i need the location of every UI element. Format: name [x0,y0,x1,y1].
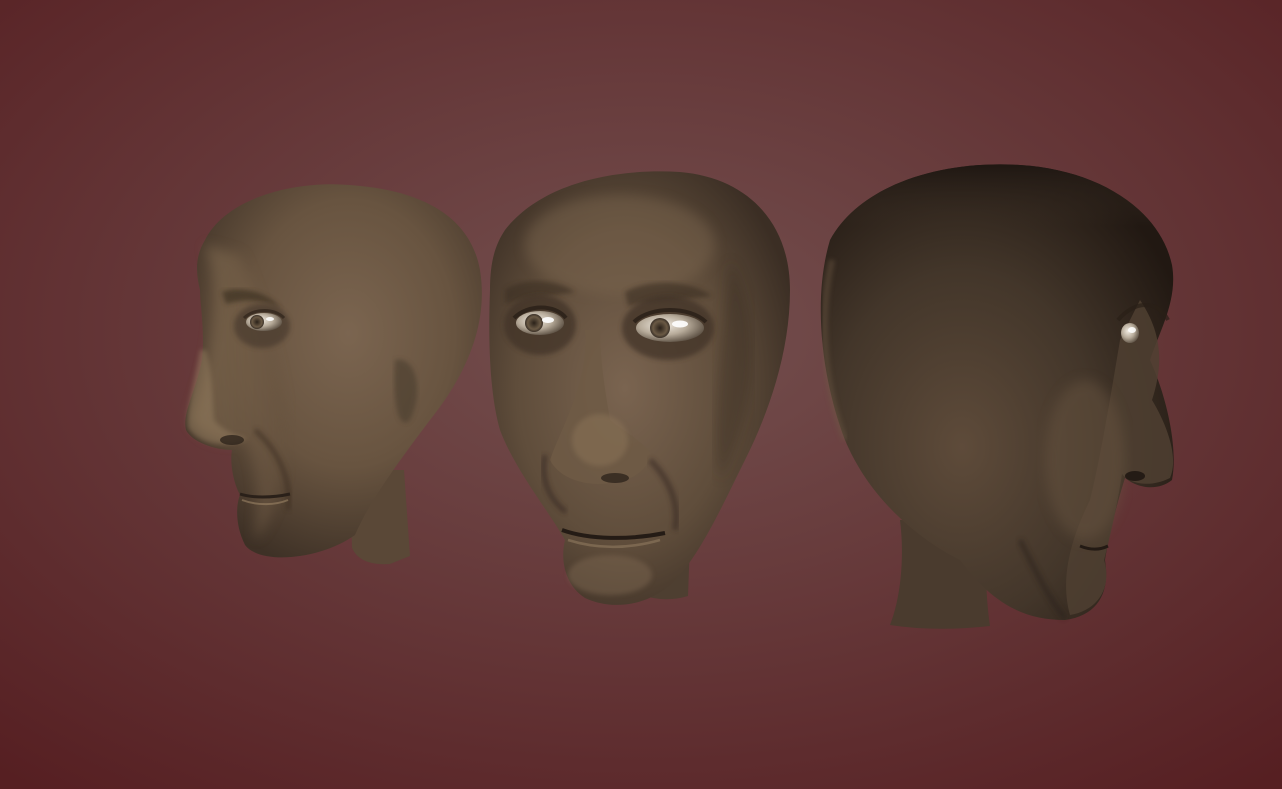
head3-eye-highlight [1128,327,1136,333]
head1-eye-highlight [266,317,274,321]
head2-highlight-left [542,317,554,323]
render-viewport [0,0,1282,789]
head2-chin-light [568,555,652,595]
head2-highlight-right [672,320,688,328]
head2-nostril [601,473,629,483]
head2-forehead-light [525,195,715,295]
head3-nostril [1125,471,1145,481]
head2-iris-left [525,314,543,332]
head3-eye [1121,323,1139,343]
head2-iris-right [650,318,670,338]
head3-cheek-light [1045,380,1125,540]
head1-nostril [220,435,244,445]
render-scene [0,0,1282,789]
head2-nose-light [572,414,628,466]
head1-iris [250,315,264,329]
